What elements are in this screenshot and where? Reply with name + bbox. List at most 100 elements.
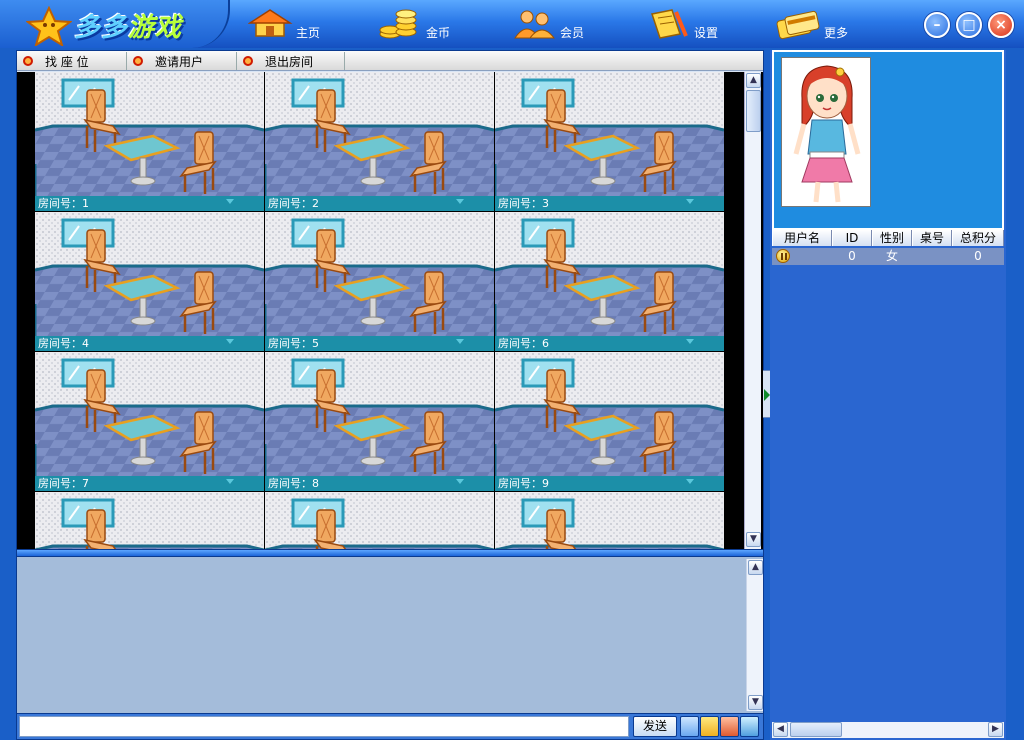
scroll-up-icon[interactable]: ▲ — [746, 73, 761, 88]
pause-status-icon — [776, 249, 790, 263]
column-id[interactable]: ID — [832, 230, 872, 246]
chat-scrollbar[interactable]: ▲ ▼ — [746, 559, 763, 711]
room-number-label: 房间号：7 — [38, 477, 89, 490]
send-button[interactable]: 发送 — [633, 716, 677, 737]
room-scene-icon — [35, 352, 264, 491]
room-tile[interactable]: 房间号：8 — [265, 352, 494, 491]
room-scene-icon — [265, 352, 494, 491]
table-row[interactable]: 0 女 0 — [772, 248, 1004, 265]
scroll-left-icon[interactable]: ◀ — [773, 722, 788, 737]
hscroll-thumb[interactable] — [790, 722, 842, 737]
room-tile[interactable]: 房间号：7 — [35, 352, 264, 491]
room-scene-icon — [495, 492, 724, 549]
title-bar: 多多游戏 主页 金币 会员 设置 更多 – □ × — [0, 0, 1024, 48]
maximize-button[interactable]: □ — [956, 12, 982, 38]
room-scrollbar[interactable]: ▲ ▼ — [744, 72, 761, 549]
room-grid: 房间号：1 房间号：2 房间号：3 房间号：4 房间号：5 房间号：6 房间号：7 房间号：8… — [35, 72, 725, 549]
column-table[interactable]: 桌号 — [912, 230, 952, 246]
nav-settings[interactable]: 设置 — [646, 0, 756, 48]
user-gender: 女 — [885, 249, 898, 263]
column-username[interactable]: 用户名 — [772, 230, 832, 246]
close-button[interactable]: × — [988, 12, 1014, 38]
room-scene-icon — [35, 72, 264, 211]
column-score[interactable]: 总积分 — [952, 230, 1004, 246]
more-icon — [776, 10, 820, 40]
user-id: 0 — [848, 249, 856, 263]
action-icon[interactable] — [720, 716, 739, 737]
minimize-button[interactable]: – — [924, 12, 950, 38]
room-tile[interactable]: 房间号：5 — [265, 212, 494, 351]
maximize-icon: □ — [962, 17, 976, 33]
chat-scroll-down-icon[interactable]: ▼ — [748, 695, 763, 710]
chat-input-bar: 发送 — [17, 713, 763, 739]
invite-user-icon — [133, 56, 143, 66]
room-caption: 房间号：4 — [35, 336, 264, 351]
room-tile[interactable]: 房间号：6 — [495, 212, 724, 351]
room-tile[interactable]: 房间号：1 — [35, 72, 264, 211]
scroll-down-icon[interactable]: ▼ — [746, 532, 761, 547]
room-number-label: 房间号：6 — [498, 337, 549, 350]
nav-more[interactable]: 更多 — [776, 0, 886, 48]
room-number-label: 房间号：4 — [38, 337, 89, 350]
room-number-label: 房间号：1 — [38, 197, 89, 210]
chevron-down-icon — [456, 479, 464, 484]
find-seat-icon — [23, 56, 33, 66]
font-icon[interactable] — [680, 716, 699, 737]
find-seat-button[interactable]: 找 座 位 — [17, 52, 127, 70]
nav-coins[interactable]: 金币 — [378, 0, 488, 48]
user-list — [772, 265, 1004, 723]
room-scene-icon — [495, 352, 724, 491]
panel-splitter[interactable] — [17, 549, 763, 557]
home-icon — [248, 9, 293, 37]
room-tile[interactable]: 房间号：4 — [35, 212, 264, 351]
scroll-thumb[interactable] — [746, 90, 761, 132]
chat-input[interactable] — [19, 716, 629, 737]
room-caption: 房间号：1 — [35, 196, 264, 211]
room-tile[interactable]: 房间号：2 — [265, 72, 494, 211]
room-scene-icon — [35, 492, 264, 549]
logo: 多多游戏 — [0, 0, 230, 48]
user-table — [912, 248, 952, 265]
room-list: 房间号：1 房间号：2 房间号：3 房间号：4 房间号：5 房间号：6 房间号：7 房间号：8… — [17, 72, 763, 549]
room-scene-icon — [495, 72, 724, 211]
emoticon-icon[interactable] — [700, 716, 719, 737]
scroll-right-icon[interactable]: ▶ — [988, 722, 1003, 737]
user-list-header: 用户名 ID 性别 桌号 总积分 — [772, 230, 1004, 246]
user-name — [792, 248, 832, 265]
room-tile[interactable] — [495, 492, 724, 549]
room-number-label: 房间号：8 — [268, 477, 319, 490]
room-number-label: 房间号：9 — [498, 477, 549, 490]
chevron-down-icon — [686, 339, 694, 344]
chevron-down-icon — [226, 199, 234, 204]
close-icon: × — [995, 17, 1007, 33]
room-caption: 房间号：9 — [495, 476, 724, 491]
room-number-label: 房间号：2 — [268, 197, 319, 210]
invite-user-button[interactable]: 邀请用户 — [127, 52, 237, 70]
tools-icon[interactable] — [740, 716, 759, 737]
avatar-frame — [772, 50, 1004, 230]
logo-text: 多多游戏 — [74, 13, 183, 43]
room-scene-icon — [35, 212, 264, 351]
exit-room-button[interactable]: 退出房间 — [237, 52, 345, 70]
room-scene-icon — [265, 492, 494, 549]
room-tile[interactable] — [35, 492, 264, 549]
room-tile[interactable]: 房间号：9 — [495, 352, 724, 491]
nav-members[interactable]: 会员 — [512, 0, 622, 48]
room-tile[interactable] — [265, 492, 494, 549]
logo-star-icon — [26, 6, 72, 46]
column-gender[interactable]: 性别 — [872, 230, 912, 246]
room-caption: 房间号：3 — [495, 196, 724, 211]
room-scene-icon — [265, 212, 494, 351]
chevron-down-icon — [456, 339, 464, 344]
room-scene-icon — [495, 212, 724, 351]
room-caption: 房间号：5 — [265, 336, 494, 351]
chevron-down-icon — [226, 479, 234, 484]
room-tile[interactable]: 房间号：3 — [495, 72, 724, 211]
room-toolbar: 找 座 位 邀请用户 退出房间 — [17, 51, 763, 71]
room-scene-icon — [265, 72, 494, 211]
chat-scroll-up-icon[interactable]: ▲ — [748, 560, 763, 575]
user-list-hscrollbar[interactable]: ◀ ▶ — [772, 722, 1004, 738]
nav-home[interactable]: 主页 — [248, 0, 358, 48]
room-caption: 房间号：8 — [265, 476, 494, 491]
room-number-label: 房间号：5 — [268, 337, 319, 350]
